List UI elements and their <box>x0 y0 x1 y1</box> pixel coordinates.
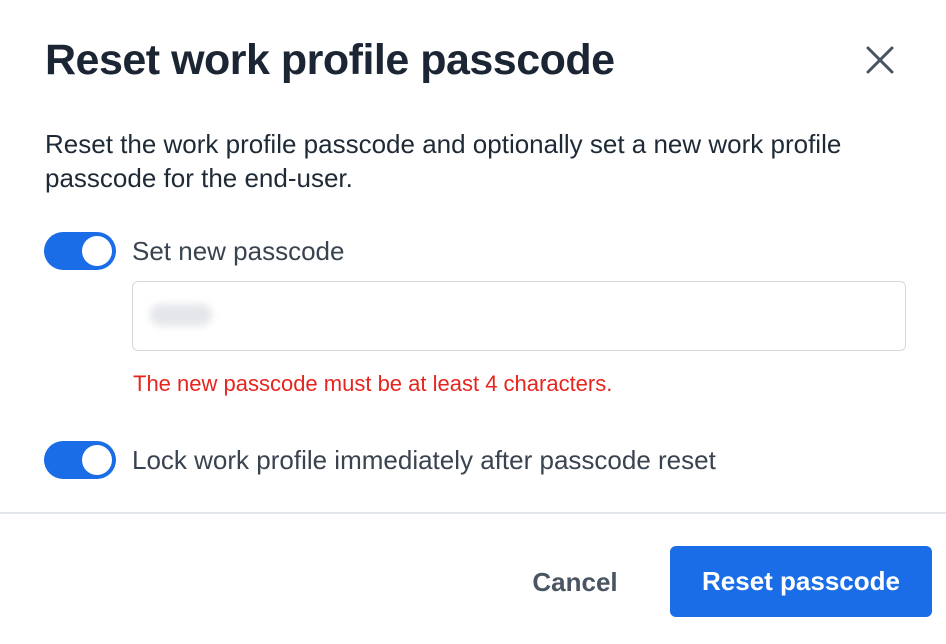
obscured-passcode-value <box>150 304 212 326</box>
cancel-button[interactable]: Cancel <box>508 548 642 616</box>
lock-work-profile-toggle[interactable] <box>44 441 116 479</box>
new-passcode-input[interactable] <box>133 282 905 350</box>
close-icon <box>865 45 895 80</box>
reset-passcode-button[interactable]: Reset passcode <box>670 546 932 617</box>
footer-divider <box>0 512 946 514</box>
toggle-knob <box>82 445 112 475</box>
set-new-passcode-label: Set new passcode <box>132 236 345 266</box>
dialog-title: Reset work profile passcode <box>45 36 615 84</box>
toggle-knob <box>82 236 112 266</box>
set-new-passcode-toggle[interactable] <box>44 232 116 270</box>
close-button[interactable] <box>858 40 902 84</box>
dialog-description: Reset the work profile passcode and opti… <box>45 129 842 193</box>
lock-work-profile-label: Lock work profile immediately after pass… <box>132 445 716 475</box>
passcode-error-message: The new passcode must be at least 4 char… <box>133 371 613 396</box>
new-passcode-field[interactable] <box>132 281 906 351</box>
reset-passcode-dialog: Reset work profile passcode Reset the wo… <box>0 0 946 644</box>
